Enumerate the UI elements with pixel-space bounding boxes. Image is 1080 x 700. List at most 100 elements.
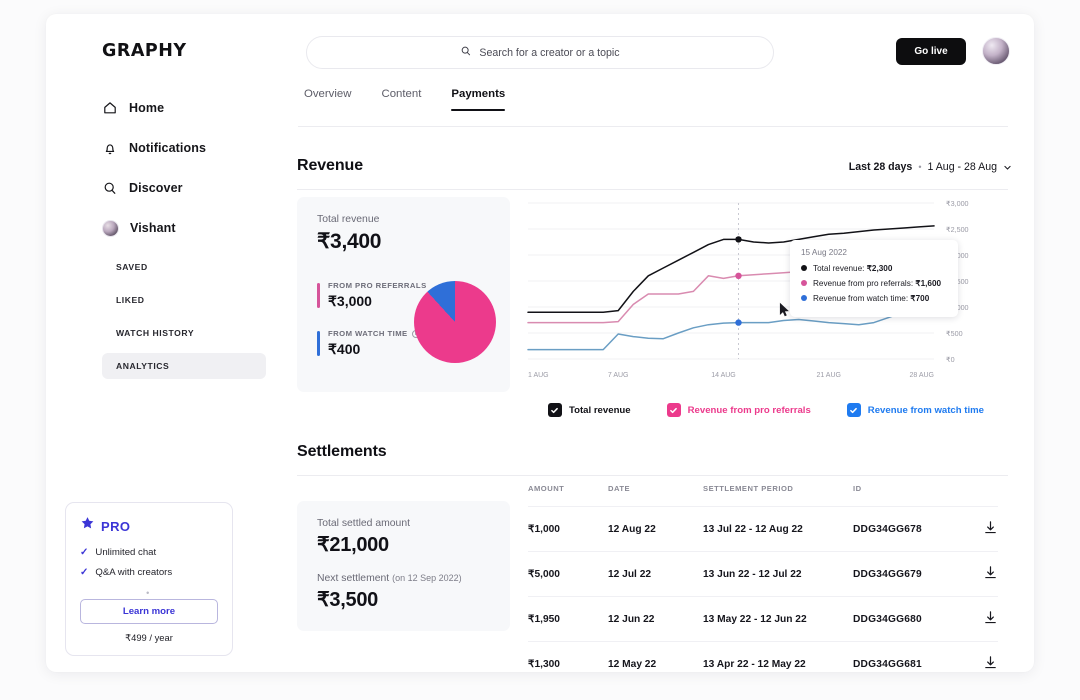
tab-content[interactable]: Content — [381, 88, 421, 111]
settlements-table: AMOUNT DATE SETTLEMENT PERIOD ID ₹1,000 … — [528, 484, 998, 672]
download-icon[interactable] — [983, 610, 998, 625]
cell-amount: ₹5,000 — [528, 552, 608, 597]
sidebar-nav: Home Notifications Discover — [102, 92, 282, 252]
cell-amount: ₹1,950 — [528, 597, 608, 642]
table-row[interactable]: ₹5,000 12 Jul 22 13 Jun 22 - 12 Jul 22 D… — [528, 552, 998, 597]
table-row[interactable]: ₹1,000 12 Aug 22 13 Jul 22 - 12 Aug 22 D… — [528, 507, 998, 552]
cell-id: DDG34GG678 — [853, 507, 963, 552]
legend-label: Revenue from watch time — [868, 405, 984, 416]
pro-card-header: PRO — [80, 516, 218, 536]
tooltip-total-revenue: Total revenue: ₹2,300 — [813, 263, 892, 273]
cell-download — [963, 597, 998, 642]
cell-period: 13 May 22 - 12 Jun 22 — [703, 597, 853, 642]
svg-text:7 AUG: 7 AUG — [608, 372, 629, 379]
table-row[interactable]: ₹1,950 12 Jun 22 13 May 22 - 12 Jun 22 D… — [528, 597, 998, 642]
watch-time-metric: FROM WATCH TIME i ₹400 — [317, 329, 420, 358]
bell-icon — [102, 140, 118, 156]
cell-period: 13 Jul 22 - 12 Aug 22 — [703, 507, 853, 552]
date-range-preset: Last 28 days — [849, 161, 913, 173]
sidebar-item-watch-history[interactable]: WATCH HISTORY — [102, 320, 266, 346]
go-live-button[interactable]: Go live — [896, 38, 966, 65]
legend-total-revenue[interactable]: Total revenue — [548, 403, 631, 417]
settlements-divider — [297, 475, 1008, 476]
legend-watch-time[interactable]: Revenue from watch time — [847, 403, 984, 417]
cell-date: 12 Aug 22 — [608, 507, 703, 552]
legend-label: Revenue from pro referrals — [688, 405, 811, 416]
svg-text:28 AUG: 28 AUG — [909, 372, 934, 379]
revenue-title: Revenue — [297, 157, 363, 175]
column-id: ID — [853, 484, 963, 507]
cell-period: 13 Apr 22 - 12 May 22 — [703, 642, 853, 673]
sidebar-item-profile[interactable]: Vishant — [102, 212, 282, 244]
check-icon: ✓ — [80, 548, 88, 558]
star-icon — [80, 516, 95, 536]
sidebar-item-saved[interactable]: SAVED — [102, 254, 266, 280]
cell-date: 12 Jul 22 — [608, 552, 703, 597]
column-amount: AMOUNT — [528, 484, 608, 507]
tab-overview[interactable]: Overview — [304, 88, 351, 111]
cell-download — [963, 642, 998, 673]
revenue-divider — [297, 189, 1008, 190]
svg-text:21 AUG: 21 AUG — [816, 372, 841, 379]
next-settlement-value: ₹3,500 — [317, 587, 510, 612]
user-avatar[interactable] — [982, 37, 1010, 65]
cell-id: DDG34GG680 — [853, 597, 963, 642]
pro-referrals-value: ₹3,000 — [328, 293, 427, 310]
sidebar-item-analytics[interactable]: ANALYTICS — [102, 353, 266, 379]
checkbox-checked-icon[interactable] — [667, 403, 681, 417]
sidebar: GRAPHY Home Notifications — [46, 14, 298, 672]
total-revenue-label: Total revenue — [317, 214, 510, 225]
pro-feature: ✓ Unlimited chat — [80, 547, 218, 558]
date-range-selector[interactable]: Last 28 days • 1 Aug - 28 Aug — [849, 161, 1012, 173]
svg-text:1 AUG: 1 AUG — [528, 372, 549, 379]
tab-payments[interactable]: Payments — [451, 88, 505, 111]
cell-period: 13 Jun 22 - 12 Jul 22 — [703, 552, 853, 597]
pro-price: ₹499 / year — [80, 632, 218, 644]
tooltip-row: Revenue from watch time: ₹700 — [801, 293, 947, 303]
download-icon[interactable] — [983, 520, 998, 535]
svg-text:₹2,500: ₹2,500 — [946, 225, 969, 234]
series-dot — [801, 280, 807, 286]
sidebar-item-liked[interactable]: LIKED — [102, 287, 266, 313]
next-settlement-note: (on 12 Sep 2022) — [392, 573, 462, 583]
legend-label: Total revenue — [569, 405, 631, 416]
sidebar-item-label: Notifications — [129, 141, 206, 155]
sidebar-item-discover[interactable]: Discover — [102, 172, 282, 204]
avatar — [102, 220, 119, 237]
svg-text:₹0: ₹0 — [946, 355, 955, 364]
pro-referrals-caption: FROM PRO REFERRALS — [328, 281, 427, 290]
sidebar-item-label: Home — [129, 101, 164, 115]
revenue-pie-chart — [414, 281, 496, 363]
sidebar-item-home[interactable]: Home — [102, 92, 282, 124]
sidebar-item-notifications[interactable]: Notifications — [102, 132, 282, 164]
table-row[interactable]: ₹1,300 12 May 22 13 Apr 22 - 12 May 22 D… — [528, 642, 998, 673]
date-range-dates: 1 Aug - 28 Aug — [927, 161, 997, 173]
series-dot — [801, 265, 807, 271]
search-icon — [460, 44, 472, 62]
search-placeholder: Search for a creator or a topic — [479, 47, 619, 59]
total-revenue-card: Total revenue ₹3,400 FROM PRO REFERRALS … — [297, 197, 510, 392]
app-window: GRAPHY Home Notifications — [46, 14, 1034, 672]
pro-upsell-card: PRO ✓ Unlimited chat ✓ Q&A with creators… — [65, 502, 233, 656]
download-icon[interactable] — [983, 565, 998, 580]
checkbox-checked-icon[interactable] — [548, 403, 562, 417]
search-input[interactable]: Search for a creator or a topic — [306, 36, 774, 69]
tab-divider — [298, 126, 1008, 127]
watch-time-value: ₹400 — [328, 341, 420, 358]
legend-pro-referrals[interactable]: Revenue from pro referrals — [667, 403, 811, 417]
learn-more-button[interactable]: Learn more — [80, 599, 218, 624]
checkbox-checked-icon[interactable] — [847, 403, 861, 417]
range-separator: • — [918, 162, 921, 172]
pro-referrals-metric: FROM PRO REFERRALS ₹3,000 — [317, 281, 427, 310]
download-icon[interactable] — [983, 655, 998, 670]
sidebar-item-label: Discover — [129, 181, 183, 195]
total-settled-value: ₹21,000 — [317, 532, 510, 557]
search-icon — [102, 180, 118, 196]
tab-bar: Overview Content Payments — [304, 88, 505, 111]
check-icon: ✓ — [80, 568, 88, 578]
home-icon — [102, 100, 118, 116]
tooltip-row: Total revenue: ₹2,300 — [801, 263, 947, 273]
svg-text:14 AUG: 14 AUG — [711, 372, 736, 379]
settled-amount-card: Total settled amount ₹21,000 Next settle… — [297, 501, 510, 631]
sidebar-sub-nav: SAVED LIKED WATCH HISTORY ANALYTICS — [102, 254, 266, 386]
